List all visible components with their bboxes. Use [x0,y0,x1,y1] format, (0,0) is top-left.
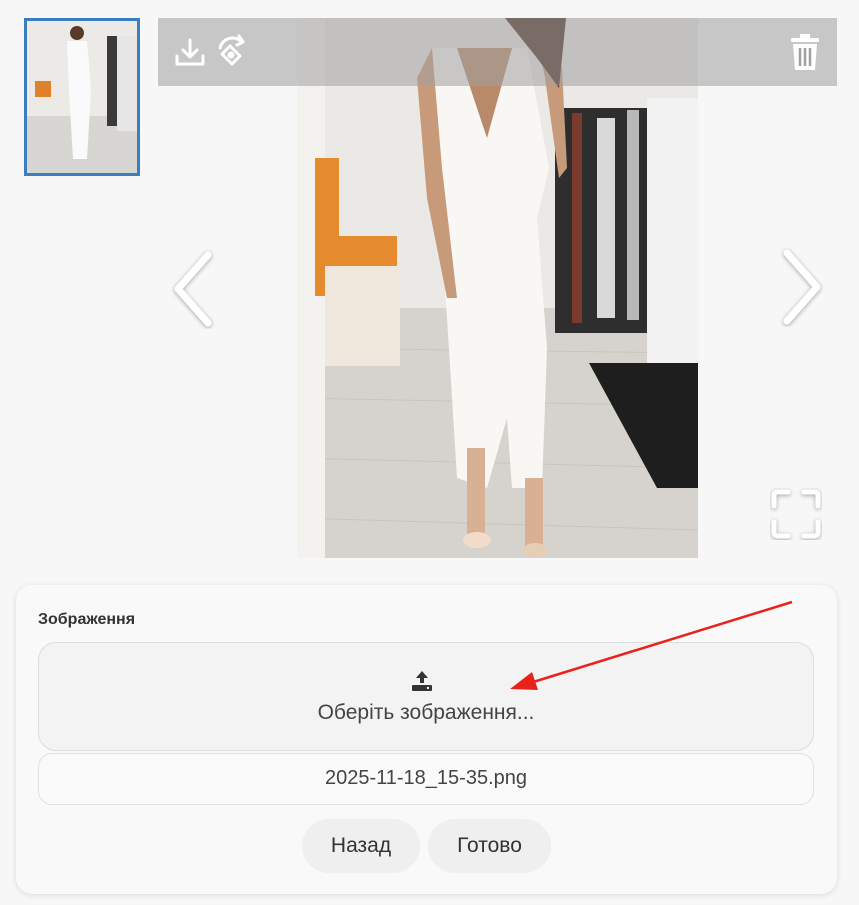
rotate-image-icon[interactable] [212,32,252,72]
upload-icon [411,670,433,692]
chevron-right-icon[interactable] [777,247,827,327]
selected-filename: 2025-11-18_15-35.png [38,753,814,805]
image-editor-modal: Зображення Оберіть зображення... 2025-11… [0,0,859,905]
image-form-card: Зображення Оберіть зображення... 2025-11… [16,585,837,894]
download-icon[interactable] [170,32,210,72]
dropzone-text: Оберіть зображення... [317,701,535,724]
image-thumbnail[interactable] [24,18,140,176]
image-viewer [158,18,837,558]
back-button[interactable]: Назад [302,819,420,873]
main-photo [297,18,698,558]
section-label: Зображення [38,611,136,628]
done-button[interactable]: Готово [428,819,551,873]
chevron-left-icon[interactable] [168,249,218,329]
image-file-picker[interactable]: Оберіть зображення... [38,642,814,751]
thumbnail-photo [27,21,137,173]
trash-icon[interactable] [785,32,825,72]
fullscreen-icon[interactable] [770,488,822,540]
viewer-toolbar [158,18,837,86]
